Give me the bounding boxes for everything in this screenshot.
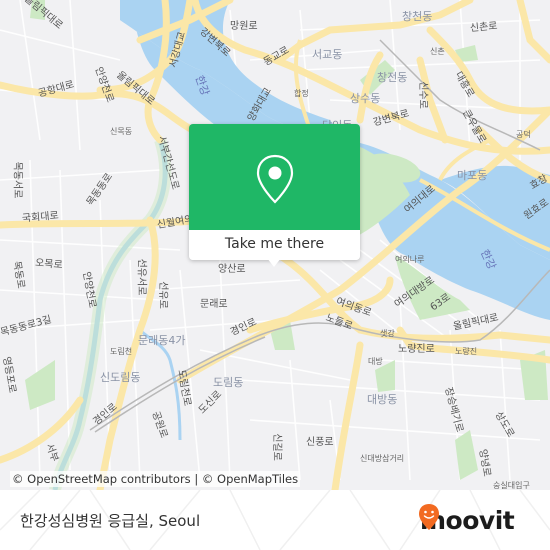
station-label: 신대방삼거리	[360, 454, 405, 463]
district-label: 서교동	[312, 48, 343, 61]
road-label: 노량진로	[398, 344, 435, 355]
map-pin-icon	[256, 154, 294, 204]
take-me-there-button[interactable]: Take me there	[189, 230, 360, 260]
location-popup: Take me there	[189, 124, 360, 267]
map-attribution[interactable]: © OpenStreetMap contributors | © OpenMap…	[10, 471, 301, 487]
station-label: 샛강	[380, 329, 395, 338]
place-name: 한강성심병원 응급실, Seoul	[20, 512, 201, 530]
road-label: 문래로	[200, 299, 228, 310]
district-label: 상수동	[350, 92, 381, 105]
road-label: 신길로	[270, 433, 282, 461]
road-label: 선유로	[156, 281, 168, 309]
road-label: 망원로	[230, 21, 258, 32]
moovit-logo[interactable]: moovit	[418, 503, 515, 537]
district-label: 신목동	[110, 127, 133, 136]
road-label: 양산로	[218, 264, 246, 275]
district-label: 도림동	[213, 376, 244, 389]
district-label: 신도림동	[100, 371, 141, 384]
district-label: 창천동	[402, 10, 433, 23]
station-label: 여의나루	[395, 255, 425, 264]
stream-label: 도림천	[110, 347, 133, 356]
road-label: 신수로	[416, 81, 428, 109]
station-label: 숭실대입구	[493, 481, 530, 490]
popup-pointer	[267, 258, 281, 267]
station-label: 대방	[368, 357, 383, 366]
road-label: 신풍로	[306, 437, 334, 448]
station-label: 합정	[294, 89, 309, 98]
station-label: 공덕	[516, 130, 531, 139]
district-label: 대방동	[367, 393, 398, 406]
moovit-pin-icon	[419, 504, 439, 530]
road-label: 목동서로	[11, 161, 23, 199]
station-label: 노량진	[455, 347, 478, 356]
district-label: 문래동4가	[138, 334, 186, 347]
district-label: 창전동	[377, 71, 408, 84]
station-label: 신촌	[430, 47, 445, 56]
district-label: 마포동	[457, 169, 488, 182]
popup-header	[189, 124, 360, 230]
footer-bar: 한강성심병원 응급실, Seoul moovit	[0, 490, 550, 550]
map-view[interactable]: 한강 한강 강변북로 강변북로 올림픽대로 올림픽대로 올림픽대로 공항대로 안…	[0, 0, 550, 490]
road-label: 선유서로	[135, 258, 147, 296]
